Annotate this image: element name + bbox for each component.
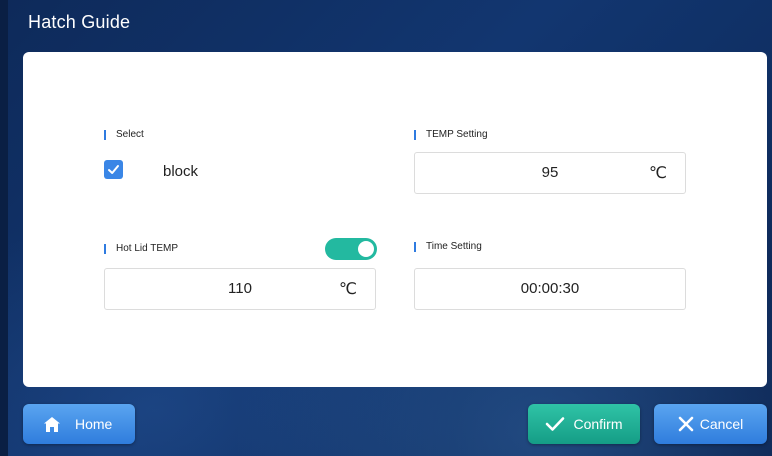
time-setting-value: 00:00:30 — [520, 280, 580, 297]
title-bar: Hatch Guide — [8, 0, 772, 46]
label-marker — [104, 243, 106, 254]
confirm-button[interactable]: Confirm — [528, 404, 640, 444]
home-icon — [43, 416, 61, 433]
block-checkbox-label: block — [163, 163, 199, 180]
hot-lid-temp-unit: ℃ — [339, 281, 357, 298]
temp-setting-label-text: TEMP Setting — [426, 129, 488, 140]
hot-lid-temp-label-text: Hot Lid TEMP — [116, 243, 179, 254]
hot-lid-temp-label: Hot Lid TEMP — [104, 243, 178, 254]
select-label-text: Select — [116, 129, 144, 140]
time-setting-label: Time Setting — [414, 241, 482, 252]
temp-setting-value: 95 — [541, 164, 559, 181]
left-edge — [0, 0, 8, 456]
block-checkbox[interactable] — [104, 160, 123, 179]
cancel-button[interactable]: Cancel — [654, 404, 767, 444]
hot-lid-temp-value: 110 — [228, 280, 252, 297]
hot-lid-toggle[interactable] — [325, 238, 377, 260]
toggle-knob — [358, 241, 374, 257]
hatch-guide-screen: Hatch Guide Select block TEMP Setting 95… — [0, 0, 772, 456]
time-setting-field[interactable]: 00:00:30 — [414, 268, 686, 310]
time-setting-label-text: Time Setting — [426, 241, 482, 252]
confirm-button-label: Confirm — [573, 416, 623, 432]
home-button[interactable]: Home — [23, 404, 135, 444]
temp-setting-label: TEMP Setting — [414, 129, 488, 140]
hot-lid-temp-field[interactable]: 110 ℃ — [104, 268, 376, 310]
temp-setting-field[interactable]: 95 ℃ — [414, 152, 686, 194]
checkmark-icon — [108, 165, 119, 174]
label-marker — [414, 241, 416, 252]
select-section-label: Select — [104, 129, 144, 140]
close-icon — [678, 416, 694, 432]
checkmark-icon — [545, 416, 565, 432]
settings-panel: Select block TEMP Setting 95 ℃ Hot Lid T… — [23, 52, 767, 387]
label-marker — [414, 129, 416, 140]
home-button-label: Home — [75, 416, 113, 432]
window-title: Hatch Guide — [28, 12, 131, 32]
temp-setting-unit: ℃ — [649, 165, 667, 182]
label-marker — [104, 129, 106, 140]
cancel-button-label: Cancel — [699, 416, 744, 432]
